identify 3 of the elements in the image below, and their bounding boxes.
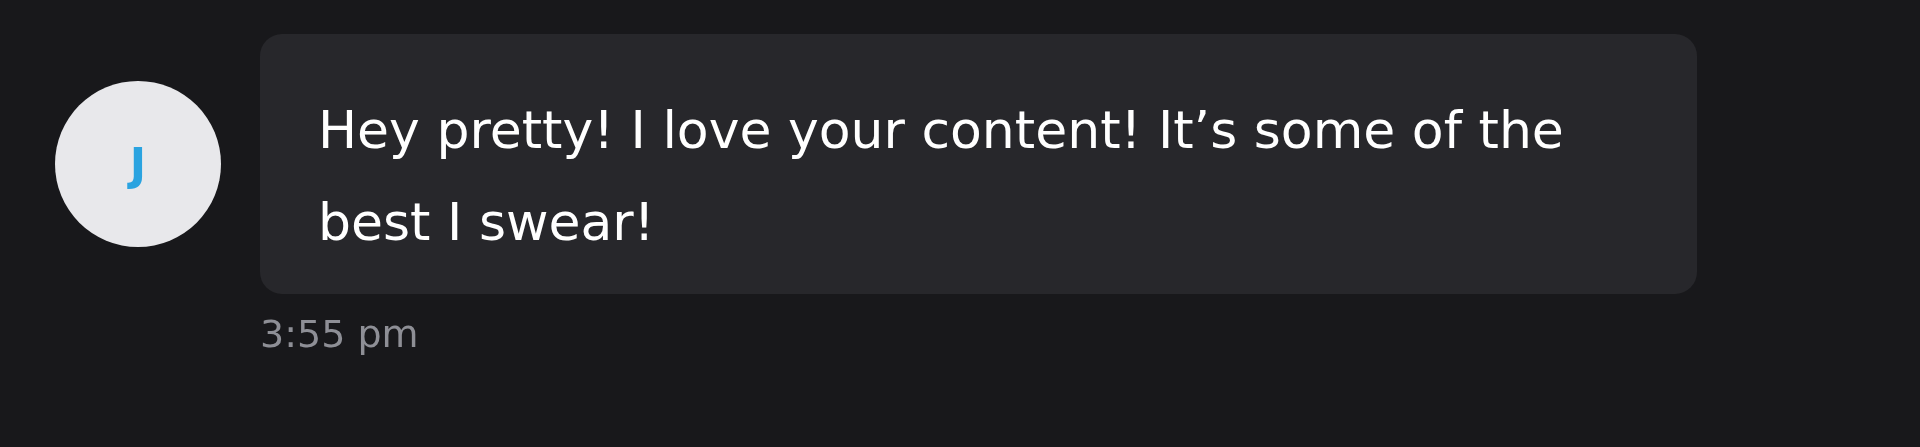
message-text: Hey pretty! I love your content! It’s some of the best I swear!: [318, 99, 1565, 254]
message-time: 3:55 pm: [260, 312, 419, 356]
avatar-initial: J: [129, 138, 147, 190]
